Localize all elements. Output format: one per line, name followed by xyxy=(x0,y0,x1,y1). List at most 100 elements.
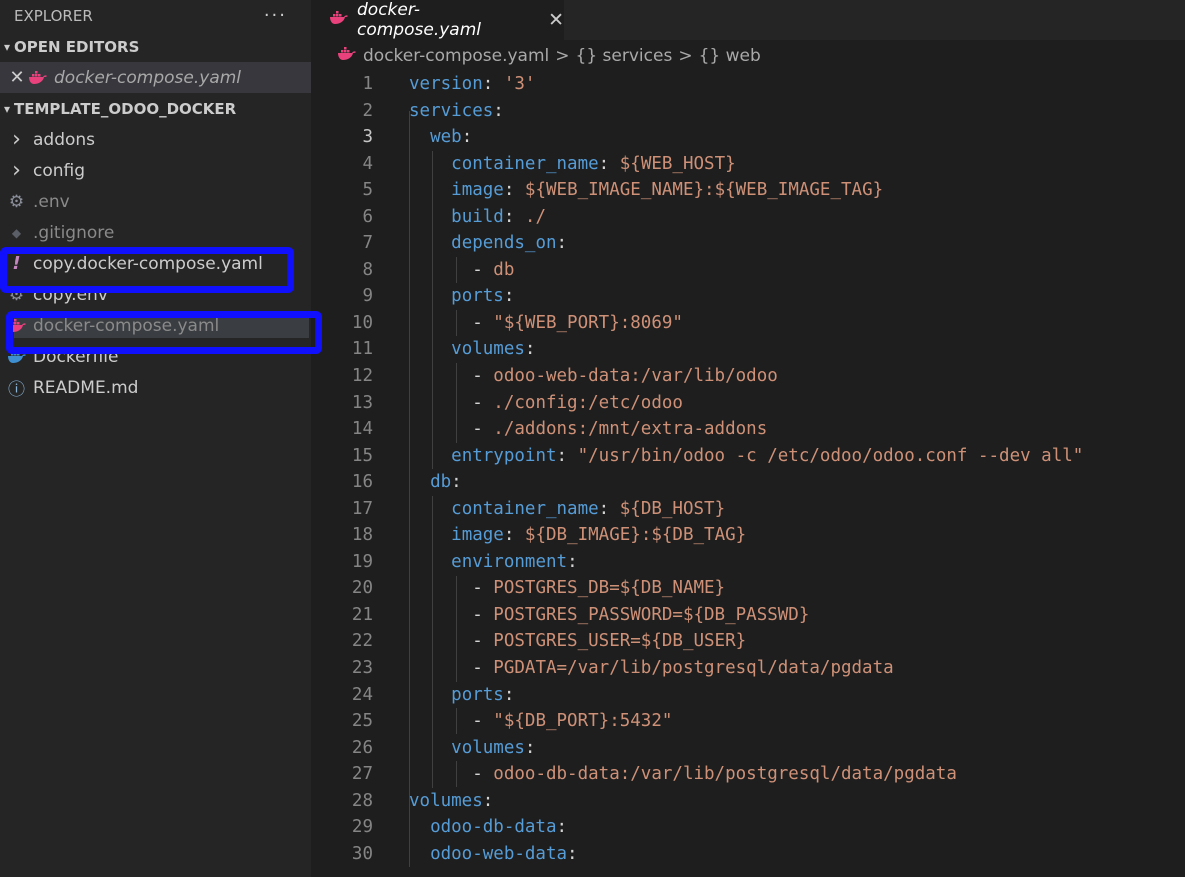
line-text: odoo-web-data: xyxy=(409,841,578,868)
line-number: 4 xyxy=(362,153,373,174)
yaml-punct: - xyxy=(409,312,494,333)
line-text: - POSTGRES_DB=${DB_NAME} xyxy=(409,575,725,602)
file-tree-item[interactable]: ⓘ README.md xyxy=(0,372,311,403)
yaml-punct: : xyxy=(482,74,504,94)
docker-whale-icon xyxy=(337,46,357,66)
line-number: 5 xyxy=(362,180,373,201)
line-number: 2 xyxy=(362,100,373,121)
yaml-punct: - xyxy=(409,419,494,440)
yaml-punct: : xyxy=(503,684,515,705)
code-line: 22 - POSTGRES_USER=${DB_USER} xyxy=(311,628,1185,655)
yaml-punct: : xyxy=(524,737,536,758)
yaml-value: ./config:/etc/odoo xyxy=(493,392,683,413)
code-line: 10 - "${WEB_PORT}:8069" xyxy=(311,310,1185,337)
line-text: - POSTGRES_PASSWORD=${DB_PASSWD} xyxy=(409,602,809,629)
line-text: build: ./ xyxy=(409,204,546,231)
file-tree-item[interactable]: › addons xyxy=(0,124,311,155)
line-number: 7 xyxy=(362,233,373,254)
close-icon[interactable]: ✕ xyxy=(6,67,28,88)
yaml-key: image xyxy=(451,180,504,201)
code-line: 20 - POSTGRES_DB=${DB_NAME} xyxy=(311,575,1185,602)
line-number: 19 xyxy=(351,551,373,572)
yaml-value: odoo-web-data:/var/lib/odoo xyxy=(493,366,778,387)
project-section[interactable]: ▾ TEMPLATE_ODOO_DOCKER xyxy=(0,93,311,124)
yaml-punct xyxy=(409,472,430,492)
chevron-right-icon: > xyxy=(555,45,570,66)
yaml-value: ${WEB_IMAGE_NAME}:${WEB_IMAGE_TAG} xyxy=(524,180,884,201)
file-tree-item[interactable]: › config xyxy=(0,155,311,186)
breadcrumb-services[interactable]: {} services xyxy=(576,46,673,66)
yaml-key: container_name xyxy=(451,153,599,174)
yaml-punct: : xyxy=(493,100,504,121)
code-line: 27 - odoo-db-data:/var/lib/postgresql/da… xyxy=(311,761,1185,788)
line-number: 18 xyxy=(351,525,373,546)
open-editor-item[interactable]: ✕ docker-compose.yaml xyxy=(0,62,311,93)
chevron-right-icon: > xyxy=(678,45,693,66)
line-number: 1 xyxy=(362,74,373,94)
yaml-value: ./addons:/mnt/extra-addons xyxy=(493,419,768,440)
code-line: 18 image: ${DB_IMAGE}:${DB_TAG} xyxy=(311,522,1185,549)
line-number: 12 xyxy=(351,366,373,387)
code-line: 19 environment: xyxy=(311,549,1185,576)
yaml-punct: - xyxy=(409,366,494,387)
line-number: 21 xyxy=(351,604,373,625)
line-text: image: ${DB_IMAGE}:${DB_TAG} xyxy=(409,522,746,549)
line-number: 30 xyxy=(351,843,373,864)
yaml-value: ${DB_IMAGE}:${DB_TAG} xyxy=(524,525,747,546)
yaml-key: ports xyxy=(451,286,504,307)
yaml-key: odoo-web-data xyxy=(430,843,568,864)
yaml-value: POSTGRES_DB=${DB_NAME} xyxy=(493,578,726,599)
code-line: 13 - ./config:/etc/odoo xyxy=(311,390,1185,417)
code-line: 28 volumes: xyxy=(311,788,1185,815)
yaml-value: "${WEB_PORT}:8069" xyxy=(493,312,683,333)
yaml-punct: : xyxy=(567,843,578,864)
code-line: 4 container_name: ${WEB_HOST} xyxy=(311,151,1185,178)
yaml-punct xyxy=(409,286,451,306)
code-line: 21 - POSTGRES_PASSWORD=${DB_PASSWD} xyxy=(311,602,1185,629)
breadcrumb-web[interactable]: {} web xyxy=(699,46,761,66)
code-line: 7 depends_on: xyxy=(311,230,1185,257)
file-tree-item[interactable]: ◆ .gitignore xyxy=(0,217,311,248)
line-number: 13 xyxy=(351,392,373,413)
line-number: 28 xyxy=(351,790,373,811)
yaml-key: depends_on xyxy=(451,233,557,254)
yaml-punct xyxy=(409,738,451,758)
line-number: 17 xyxy=(351,498,373,519)
chevron-down-icon: ▾ xyxy=(3,39,11,54)
line-number: 20 xyxy=(351,578,373,599)
yaml-punct: - xyxy=(409,658,494,679)
yaml-value: PGDATA=/var/lib/postgresql/data/pgdata xyxy=(493,658,894,679)
tab-bar: docker-compose.yaml ✕ xyxy=(311,0,1185,40)
line-text: environment: xyxy=(409,549,577,576)
code-editor[interactable]: 1 version: '3' 2 services: 3 web: 4 container… xyxy=(311,71,1185,877)
file-tree-item[interactable]: ⚙ .env xyxy=(0,186,311,217)
line-text: odoo-db-data: xyxy=(409,814,567,841)
code-line: 6 build: ./ xyxy=(311,204,1185,231)
yaml-punct xyxy=(409,499,451,519)
info-icon: ⓘ xyxy=(8,380,25,400)
explorer-title: EXPLORER xyxy=(14,6,93,25)
yaml-value: POSTGRES_USER=${DB_USER} xyxy=(493,631,747,652)
yaml-punct xyxy=(409,446,451,466)
tab-docker-compose[interactable]: docker-compose.yaml ✕ xyxy=(311,0,564,40)
chevron-down-icon: ▾ xyxy=(3,101,11,116)
close-icon[interactable]: ✕ xyxy=(548,9,564,31)
line-text: volumes: xyxy=(409,336,535,363)
open-editors-section[interactable]: ▾ OPEN EDITORS xyxy=(0,31,311,62)
line-text: - odoo-web-data:/var/lib/odoo xyxy=(409,363,778,390)
yaml-punct: : xyxy=(598,153,620,174)
yaml-punct: : xyxy=(556,817,568,838)
yaml-punct: : xyxy=(482,790,494,811)
line-text: volumes: xyxy=(409,788,493,815)
breadcrumb-file[interactable]: docker-compose.yaml xyxy=(363,46,549,66)
line-number: 27 xyxy=(351,764,373,785)
yaml-punct: : xyxy=(503,286,515,307)
line-text: entrypoint: "/usr/bin/odoo -c /etc/odoo/… xyxy=(409,443,1083,470)
yaml-key: volumes xyxy=(409,790,483,811)
line-number: 6 xyxy=(362,206,373,227)
code-line: 12 - odoo-web-data:/var/lib/odoo xyxy=(311,363,1185,390)
code-lines: 1 version: '3' 2 services: 3 web: 4 container… xyxy=(311,71,1185,867)
more-actions-icon[interactable]: ··· xyxy=(264,5,287,26)
yaml-key: volumes xyxy=(451,737,525,758)
code-line: 29 odoo-db-data: xyxy=(311,814,1185,841)
